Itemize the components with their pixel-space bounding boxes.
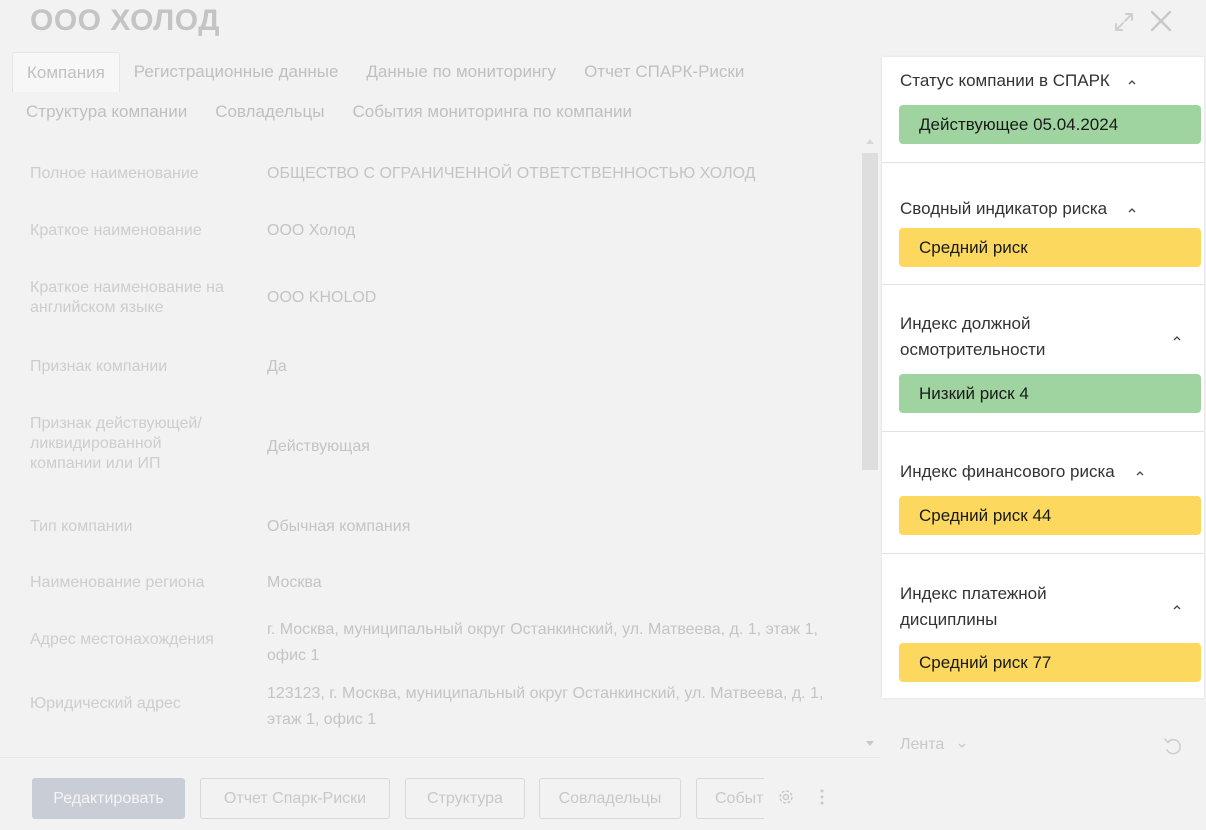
tab-registration-data[interactable]: Регистрационные данные bbox=[120, 52, 353, 92]
section-diligence-index: Индекс должной осмотрительности Низкий р… bbox=[882, 285, 1204, 432]
spark-report-button[interactable]: Отчет Спарк-Риски bbox=[200, 778, 390, 819]
tab-spark-report[interactable]: Отчет СПАРК-Риски bbox=[570, 52, 758, 92]
section-spark-status: Статус компании в СПАРК Действующее 05.0… bbox=[882, 57, 1204, 163]
field-value: Москва bbox=[267, 574, 322, 591]
section-financial-index: Индекс финансового риска Средний риск 44 bbox=[882, 432, 1204, 554]
tab-monitoring-events[interactable]: События мониторинга по компании bbox=[338, 92, 646, 132]
content-scrollbar[interactable] bbox=[862, 137, 878, 757]
section-payment-index: Индекс платежной дисциплины Средний риск… bbox=[882, 554, 1204, 698]
field-value: ООО Холод bbox=[267, 222, 356, 239]
field-label: Признак действующей/ ликвидированной ком… bbox=[30, 415, 202, 472]
feed-toggle[interactable]: Лента bbox=[900, 736, 944, 754]
section-title[interactable]: Сводный индикатор риска bbox=[900, 196, 1107, 222]
section-title[interactable]: Индекс платежной дисциплины bbox=[900, 581, 1080, 633]
field-value: ООО KHOLOD bbox=[267, 289, 377, 306]
risk-badge: Средний риск bbox=[899, 228, 1201, 267]
tab-company[interactable]: Компания bbox=[12, 52, 120, 92]
status-badge: Действующее 05.04.2024 bbox=[899, 105, 1201, 144]
field-value: Действующая bbox=[267, 438, 370, 455]
chevron-up-icon[interactable] bbox=[1127, 77, 1137, 87]
field-value: Обычная компания bbox=[267, 518, 411, 535]
company-details: Полное наименование ОБЩЕСТВО С ОГРАНИЧЕН… bbox=[12, 137, 860, 757]
gear-icon[interactable] bbox=[776, 787, 796, 807]
field-label: Наименование региона bbox=[30, 574, 205, 591]
section-title[interactable]: Индекс должной осмотрительности bbox=[900, 311, 1090, 363]
expand-icon[interactable] bbox=[1112, 10, 1136, 34]
risk-badge: Низкий риск 4 bbox=[899, 374, 1201, 413]
field-label: Краткое наименование bbox=[30, 222, 202, 239]
more-icon[interactable] bbox=[812, 787, 832, 807]
tab-company-structure[interactable]: Структура компании bbox=[12, 92, 201, 132]
field-value: г. Москва, муниципальный округ Останкинс… bbox=[267, 621, 818, 664]
section-title[interactable]: Индекс финансового риска bbox=[900, 459, 1115, 485]
undo-icon[interactable] bbox=[1162, 736, 1184, 758]
field-label: Краткое наименование на английском языке bbox=[30, 279, 224, 316]
scroll-down-arrow[interactable] bbox=[866, 741, 874, 746]
tab-monitoring-data[interactable]: Данные по мониторингу bbox=[352, 52, 570, 92]
chevron-up-icon[interactable] bbox=[1127, 205, 1137, 215]
scroll-up-arrow[interactable] bbox=[866, 139, 874, 144]
field-label: Полное наименование bbox=[30, 165, 199, 182]
scroll-thumb[interactable] bbox=[862, 153, 878, 470]
chevron-up-icon[interactable] bbox=[1135, 468, 1145, 478]
action-footer: Редактировать Отчет Спарк-Риски Структур… bbox=[0, 757, 880, 830]
close-icon[interactable] bbox=[1148, 8, 1174, 34]
field-label: Признак компании bbox=[30, 358, 168, 375]
field-value: Да bbox=[267, 358, 287, 375]
window-header: ООО ХОЛОД bbox=[0, 0, 1206, 48]
structure-button[interactable]: Структура bbox=[405, 778, 525, 819]
chevron-up-icon[interactable] bbox=[1172, 602, 1182, 612]
risk-badge: Средний риск 77 bbox=[899, 643, 1201, 682]
chevron-down-icon[interactable] bbox=[957, 741, 967, 751]
edit-button[interactable]: Редактировать bbox=[32, 778, 185, 819]
tab-bar: Компания Регистрационные данные Данные п… bbox=[12, 52, 872, 132]
section-risk-indicator: Сводный индикатор риска Средний риск bbox=[882, 163, 1204, 285]
field-value: ОБЩЕСТВО С ОГРАНИЧЕННОЙ ОТВЕТСТВЕННОСТЬЮ… bbox=[267, 165, 756, 182]
field-label: Тип компании bbox=[30, 518, 133, 535]
field-label: Адрес местонахождения bbox=[30, 631, 214, 648]
owners-button[interactable]: Совладельцы bbox=[539, 778, 681, 819]
risk-badge: Средний риск 44 bbox=[899, 496, 1201, 535]
section-title[interactable]: Статус компании в СПАРК bbox=[900, 68, 1110, 94]
field-label: Юридический адрес bbox=[30, 695, 181, 712]
chevron-up-icon[interactable] bbox=[1172, 333, 1182, 343]
page-title: ООО ХОЛОД bbox=[30, 4, 221, 37]
risk-panel: Статус компании в СПАРК Действующее 05.0… bbox=[882, 57, 1204, 698]
events-button[interactable]: События bbox=[696, 778, 764, 819]
tab-owners[interactable]: Совладельцы bbox=[201, 92, 338, 132]
field-value: 123123, г. Москва, муниципальный округ О… bbox=[267, 685, 824, 728]
